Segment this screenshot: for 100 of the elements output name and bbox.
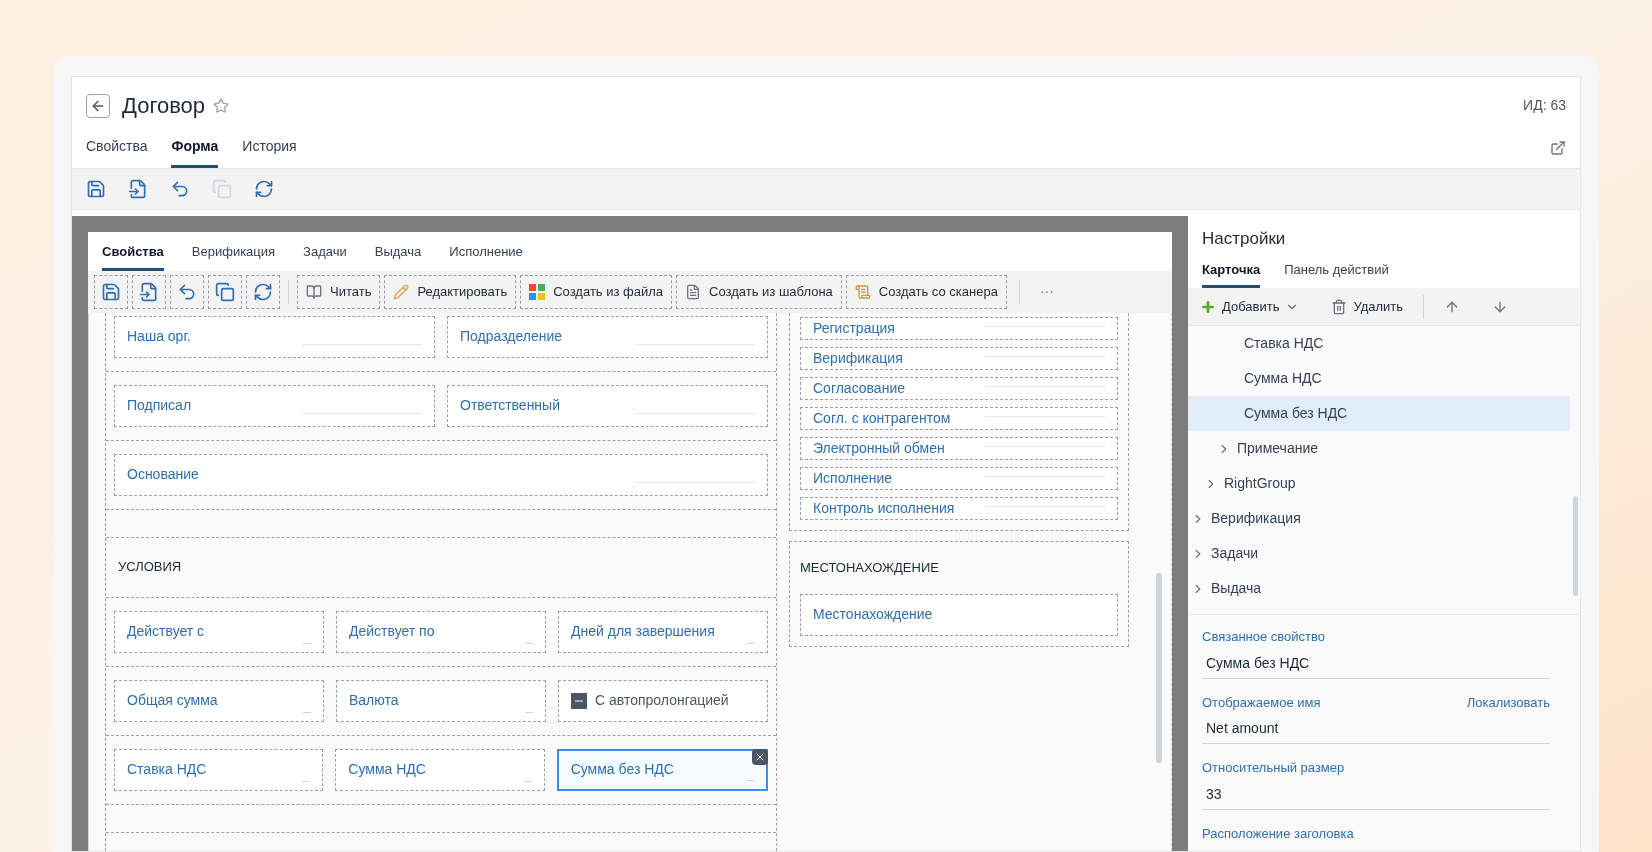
toolbar-button[interactable] <box>208 274 242 309</box>
undo-icon[interactable] <box>170 179 190 199</box>
tree-item[interactable]: Сумма без НДС <box>1188 396 1570 431</box>
tree-item[interactable]: Задачи <box>1188 536 1570 571</box>
refresh-icon[interactable] <box>254 179 274 199</box>
page-title: Договор <box>122 92 206 120</box>
field-label: Верификация <box>813 348 903 368</box>
field-label: Сумма без НДС <box>570 760 674 779</box>
tree-item[interactable]: Ставка НДС <box>1188 326 1570 361</box>
form-field[interactable]: Электронный обмен <box>800 436 1118 460</box>
book-icon <box>306 283 322 300</box>
form-field[interactable]: Подписал <box>114 384 435 427</box>
toolbar-button[interactable] <box>170 274 204 309</box>
form-field[interactable]: Дней для завершения <box>558 610 768 653</box>
toolbar-button[interactable]: Создать из шаблона <box>676 274 842 309</box>
scrollbar[interactable] <box>1155 572 1162 763</box>
form-field[interactable]: Верификация <box>800 346 1118 370</box>
tree-item-label: RightGroup <box>1224 474 1296 493</box>
field-label: Электронный обмен <box>813 438 945 458</box>
tree-item[interactable]: RightGroup <box>1188 466 1570 501</box>
tree-item[interactable]: Примечание <box>1188 431 1570 466</box>
checkbox[interactable] <box>571 692 587 709</box>
field-label: Исполнение <box>813 468 893 488</box>
form-field[interactable]: Ответственный <box>447 384 768 427</box>
panel-title: Настройки <box>1202 228 1287 250</box>
form-field[interactable]: Согласование <box>800 376 1118 400</box>
save-icon[interactable] <box>101 281 121 302</box>
field-label: Сумма НДС <box>348 760 426 779</box>
property-value[interactable]: Сумма без НДС <box>1202 646 1550 679</box>
star-icon[interactable] <box>213 97 230 114</box>
tab[interactable]: Выдача <box>374 242 422 271</box>
form-field[interactable]: Исполнение <box>800 466 1118 490</box>
form-field[interactable]: Общая сумма <box>114 679 324 722</box>
field-label: Подписал <box>127 396 192 415</box>
field-label: Действует с <box>127 622 205 641</box>
form-field[interactable]: Согл. с контрагентом <box>800 406 1118 430</box>
field-label: Согл. с контрагентом <box>813 408 951 428</box>
form-field[interactable]: Действует с <box>114 610 324 653</box>
tab[interactable]: Панель действий <box>1284 259 1389 288</box>
delete-button[interactable]: Удалить <box>1331 296 1404 317</box>
undo-icon[interactable] <box>177 281 197 302</box>
field-label: Контроль исполнения <box>813 498 955 518</box>
tab[interactable]: Исполнение <box>449 242 523 271</box>
form-field[interactable]: Сумма НДС <box>335 748 545 791</box>
add-button[interactable]: Добавить <box>1200 296 1300 317</box>
form-field[interactable]: С автопролонгацией <box>558 679 768 722</box>
tab[interactable]: Свойства <box>86 132 148 168</box>
save-icon[interactable] <box>86 179 106 199</box>
form-field[interactable]: Основание <box>114 453 768 496</box>
form-field[interactable]: Действует по <box>336 610 546 653</box>
plus-icon <box>1200 298 1216 315</box>
tree-item[interactable]: Сумма НДС <box>1188 361 1570 396</box>
toolbar-button[interactable] <box>94 274 128 309</box>
more-button[interactable]: ··· <box>1031 281 1062 302</box>
property-value[interactable]: Net amount <box>1202 712 1550 744</box>
field-label: Действует по <box>349 622 435 641</box>
save-as-icon[interactable] <box>139 281 159 302</box>
field-label: Ответственный <box>460 396 560 415</box>
field-label: Подразделение <box>460 327 563 346</box>
save-as-icon[interactable] <box>128 179 148 199</box>
toolbar-button[interactable] <box>132 274 166 309</box>
form-field[interactable]: Наша орг. <box>114 315 435 358</box>
field-label: С автопролонгацией <box>595 691 729 710</box>
form-field[interactable]: Сумма без НДС <box>556 748 768 791</box>
id-label: ИД: 63 <box>1523 96 1566 115</box>
form-field[interactable]: Местонахождение <box>800 593 1118 636</box>
tab[interactable]: Верификация <box>191 242 276 271</box>
tab[interactable]: История <box>242 132 297 168</box>
form-field[interactable]: Валюта <box>336 679 546 722</box>
toolbar-button[interactable]: Читать <box>297 274 381 309</box>
refresh-icon[interactable] <box>253 281 273 302</box>
section-heading: МЕСТОНАХОЖДЕНИЕ <box>800 558 939 577</box>
field-label: Общая сумма <box>127 691 218 710</box>
external-link-icon[interactable] <box>1550 140 1566 156</box>
copy-icon[interactable] <box>215 281 235 302</box>
tree-item-label: Примечание <box>1237 439 1319 458</box>
tree-item-label: Верификация <box>1211 509 1301 528</box>
field-label: Дней для завершения <box>571 622 715 641</box>
field-label: Согласование <box>813 378 905 398</box>
field-label: Местонахождение <box>813 605 933 624</box>
tab[interactable]: Задачи <box>303 242 347 271</box>
tree-item[interactable]: Выдача <box>1188 571 1570 606</box>
toolbar-button[interactable]: Создать из файла <box>520 274 673 309</box>
field-label: Наша орг. <box>127 327 191 346</box>
toolbar-button[interactable]: Создать со сканера <box>845 274 1007 309</box>
tree-item-label: Выдача <box>1211 579 1262 598</box>
scrollbar[interactable] <box>1572 496 1578 596</box>
localize-link[interactable]: Локализовать <box>1466 692 1550 712</box>
toolbar-button[interactable]: Редактировать <box>384 274 517 309</box>
property-value[interactable]: 33 <box>1202 777 1550 810</box>
form-field[interactable]: Регистрация <box>800 316 1118 340</box>
form-field[interactable]: Ставка НДС <box>114 748 324 791</box>
form-field[interactable]: Контроль исполнения <box>800 496 1118 520</box>
tree-item[interactable]: Верификация <box>1188 501 1570 536</box>
close-icon[interactable] <box>752 748 768 765</box>
form-field[interactable]: Подразделение <box>447 315 768 358</box>
property-label: Связанное свойство <box>1202 628 1325 646</box>
tree-item-label: Задачи <box>1211 544 1258 563</box>
back-button[interactable] <box>86 93 110 118</box>
toolbar-button[interactable] <box>246 274 280 309</box>
